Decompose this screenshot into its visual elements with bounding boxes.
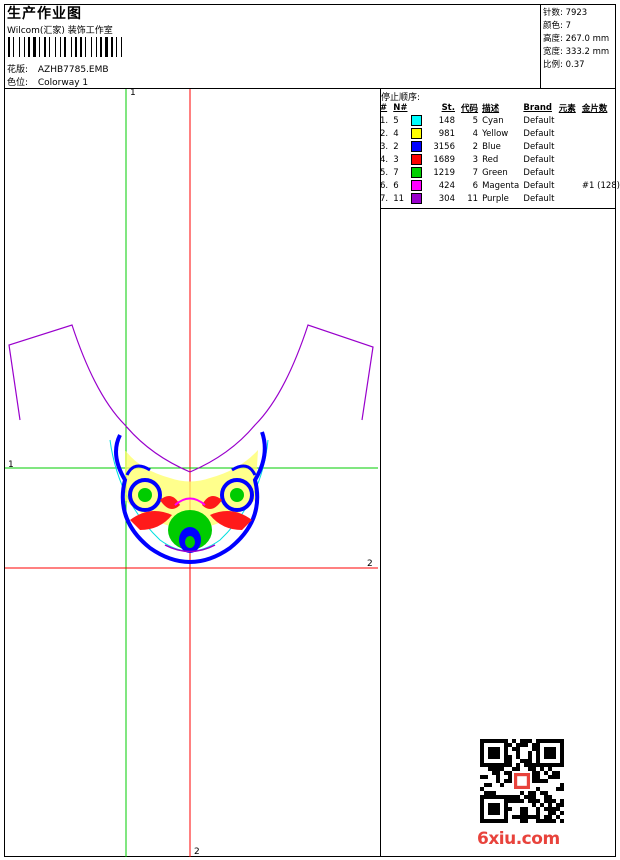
- guide-label-h-red: 2: [367, 559, 373, 569]
- garment-outline: [8, 324, 374, 473]
- guide-label-v-green: 1: [130, 88, 136, 98]
- blue-center-core: [185, 536, 195, 548]
- guide-label-h-green: 1: [8, 460, 14, 470]
- watermark: 6xiu.com: [477, 829, 560, 849]
- right-red-leaf: [210, 511, 252, 530]
- right-scroll-center: [230, 488, 244, 502]
- left-red-leaf: [130, 511, 172, 530]
- qr-code: [480, 739, 564, 823]
- left-scroll-center: [138, 488, 152, 502]
- design-canvas: [5, 89, 378, 857]
- guide-label-v-red: 2: [194, 847, 200, 857]
